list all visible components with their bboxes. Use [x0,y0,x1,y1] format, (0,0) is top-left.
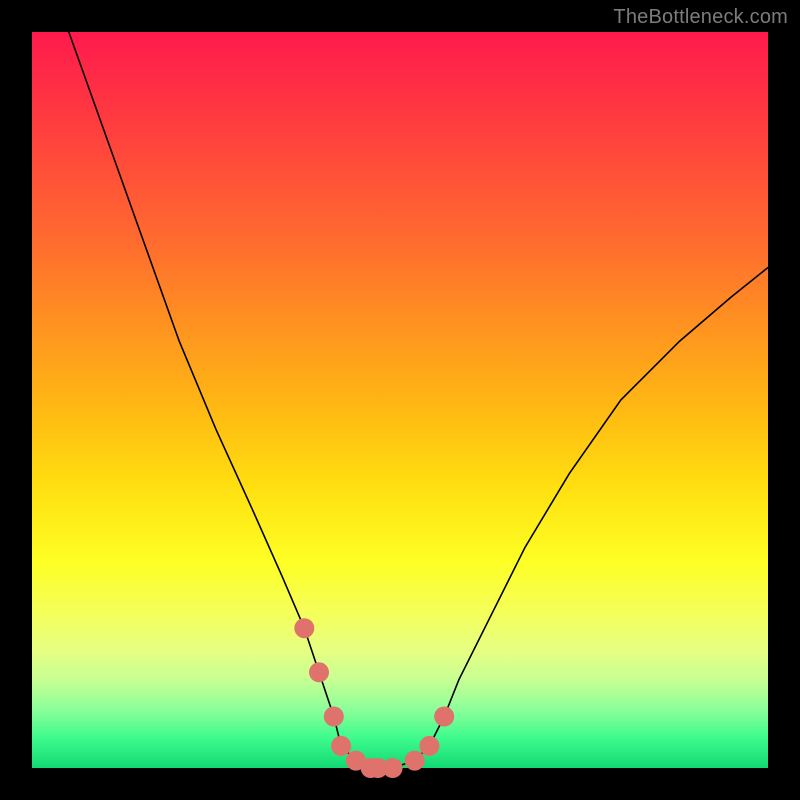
highlight-dot [331,736,351,756]
highlight-dot [309,662,329,682]
highlight-markers [294,618,454,778]
bottleneck-curve [69,32,768,768]
chart-stage: TheBottleneck.com [0,0,800,800]
highlight-dot [324,707,344,727]
highlight-dot [294,618,314,638]
highlight-dot [383,758,403,778]
curve-layer [32,32,768,768]
watermark-text: TheBottleneck.com [613,6,788,29]
highlight-dot [419,736,439,756]
highlight-dot [434,707,454,727]
highlight-dot [405,751,425,771]
